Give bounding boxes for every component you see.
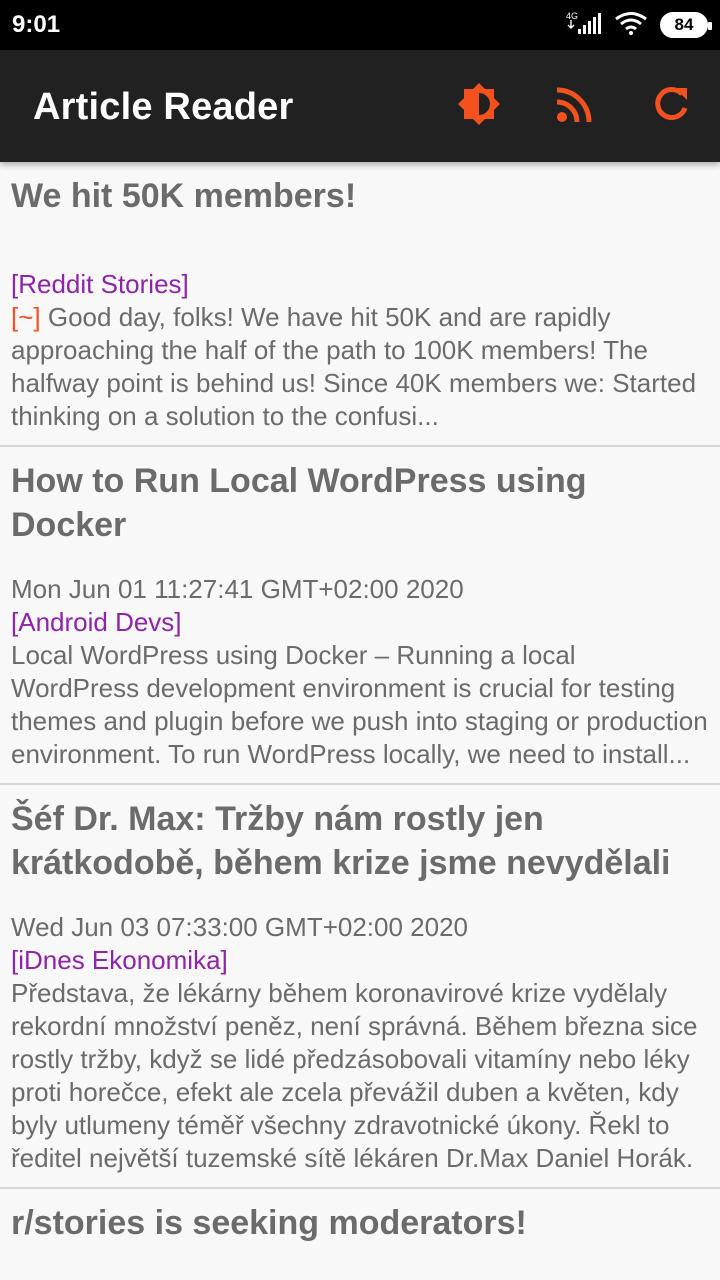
article-source: [Reddit Stories] — [11, 269, 189, 299]
brightness-icon — [456, 81, 502, 132]
rss-icon — [555, 84, 595, 129]
brightness-button[interactable] — [453, 80, 505, 132]
article-title: r/stories is seeking moderators! — [11, 1204, 527, 1242]
network-type: 4G — [566, 11, 578, 21]
article-date: Mon Jun 01 11:27:41 GMT+02:00 2020 — [11, 574, 464, 604]
article-list[interactable]: We hit 50K members! [Reddit Stories] [~]… — [0, 162, 720, 1280]
app-title: Article Reader — [33, 86, 294, 128]
article-summary-text: Good day, folks! We have hit 50K and are… — [11, 302, 697, 431]
article-summary: [~] Good day, folks! We have hit 50K and… — [11, 301, 709, 433]
app-bar: Article Reader — [0, 50, 720, 162]
refresh-icon — [651, 84, 691, 129]
refresh-button[interactable] — [645, 80, 697, 132]
article-item[interactable]: r/stories is seeking moderators! — [0, 1189, 720, 1257]
status-icons: 4G 84 — [566, 10, 712, 40]
article-item[interactable]: Šéf Dr. Max: Tržby nám rostly jen krátko… — [0, 785, 720, 1189]
status-bar: 9:01 4G 84 — [0, 0, 720, 50]
rss-button[interactable] — [549, 80, 601, 132]
article-title: How to Run Local WordPress using Docker — [11, 462, 587, 544]
article-title: Šéf Dr. Max: Tržby nám rostly jen krátko… — [11, 800, 671, 882]
article-title: We hit 50K members! — [11, 177, 357, 215]
status-time: 9:01 — [12, 11, 61, 38]
signal-icon: 4G — [566, 11, 602, 40]
article-marker: [~] — [11, 302, 41, 332]
wifi-icon — [614, 11, 648, 40]
article-summary: Představa, že lékárny během koronavirové… — [11, 978, 698, 1173]
article-summary: Local WordPress using Docker – Running a… — [11, 640, 708, 769]
article-source: [iDnes Ekonomika] — [11, 945, 228, 975]
article-date: Wed Jun 03 07:33:00 GMT+02:00 2020 — [11, 912, 469, 942]
battery-icon: 84 — [660, 12, 712, 38]
article-source: [Android Devs] — [11, 607, 182, 637]
battery-level: 84 — [674, 15, 694, 34]
article-item[interactable]: We hit 50K members! [Reddit Stories] [~]… — [0, 162, 720, 447]
article-item[interactable]: How to Run Local WordPress using Docker … — [0, 447, 720, 785]
